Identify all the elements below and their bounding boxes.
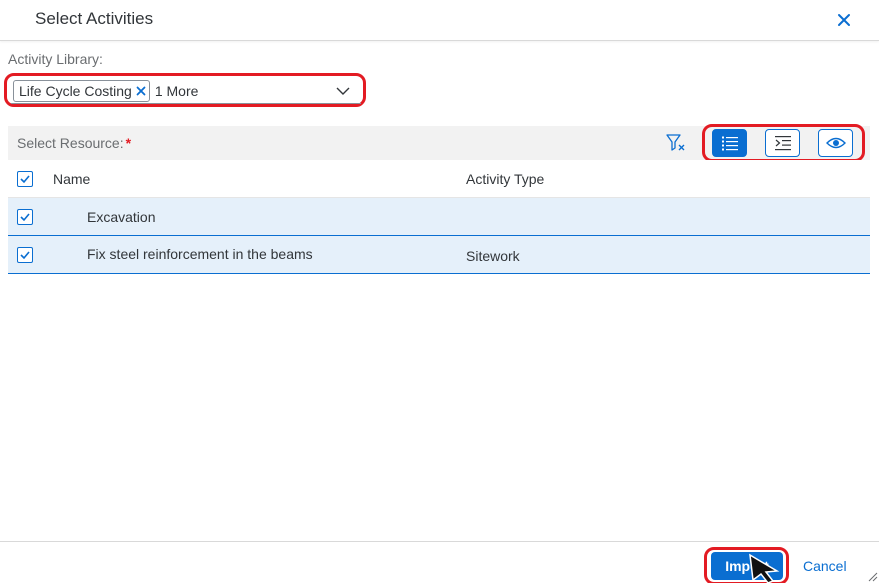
chevron-down-icon[interactable] xyxy=(335,83,351,99)
activity-library-multicombo[interactable]: Life Cycle Costing 1 More xyxy=(11,78,361,104)
select-resource-text: Select Resource: xyxy=(17,135,124,151)
table-row[interactable]: Fix steel reinforcement in the beams Sit… xyxy=(8,236,870,274)
select-activities-dialog: Select Activities Activity Library: Life… xyxy=(0,0,879,583)
indent-view-button[interactable] xyxy=(765,129,800,157)
token-label: Life Cycle Costing xyxy=(19,82,132,99)
token-remove-icon[interactable] xyxy=(136,86,146,96)
mouse-cursor-icon xyxy=(749,553,780,583)
row-checkbox[interactable] xyxy=(17,247,33,263)
filter-clear-icon[interactable] xyxy=(665,133,687,153)
resize-grip-icon[interactable] xyxy=(868,572,878,582)
activity-library-label: Activity Library: xyxy=(8,51,103,67)
list-view-icon xyxy=(721,136,738,151)
column-header-activity-type[interactable]: Activity Type xyxy=(466,171,544,187)
show-icon xyxy=(825,137,846,149)
more-tokens-link[interactable]: 1 More xyxy=(155,83,199,99)
checkmark-icon xyxy=(20,175,30,184)
select-all-checkbox[interactable] xyxy=(17,171,33,187)
list-view-button[interactable] xyxy=(712,129,747,157)
select-resource-label: Select Resource: * xyxy=(17,135,131,151)
row-checkbox[interactable] xyxy=(17,209,33,225)
indent-view-icon xyxy=(774,136,791,151)
close-icon xyxy=(838,14,850,26)
column-header-name[interactable]: Name xyxy=(53,171,90,187)
row-name: Excavation xyxy=(87,209,156,225)
close-button[interactable] xyxy=(832,8,856,32)
dialog-header: Select Activities xyxy=(0,0,879,41)
dialog-title: Select Activities xyxy=(35,9,154,28)
table-row[interactable]: Excavation xyxy=(8,198,870,236)
required-marker: * xyxy=(125,135,132,151)
table-header-row: Name Activity Type xyxy=(8,160,870,198)
checkmark-icon xyxy=(20,251,30,260)
row-name: Fix steel reinforcement in the beams xyxy=(87,246,313,262)
token-life-cycle-costing[interactable]: Life Cycle Costing xyxy=(13,79,150,102)
checkmark-icon xyxy=(20,213,30,222)
cancel-button[interactable]: Cancel xyxy=(795,552,855,580)
activities-table: Name Activity Type Excavation Fix steel … xyxy=(8,160,870,274)
row-activity-type: Sitework xyxy=(466,248,520,264)
show-button[interactable] xyxy=(818,129,853,157)
